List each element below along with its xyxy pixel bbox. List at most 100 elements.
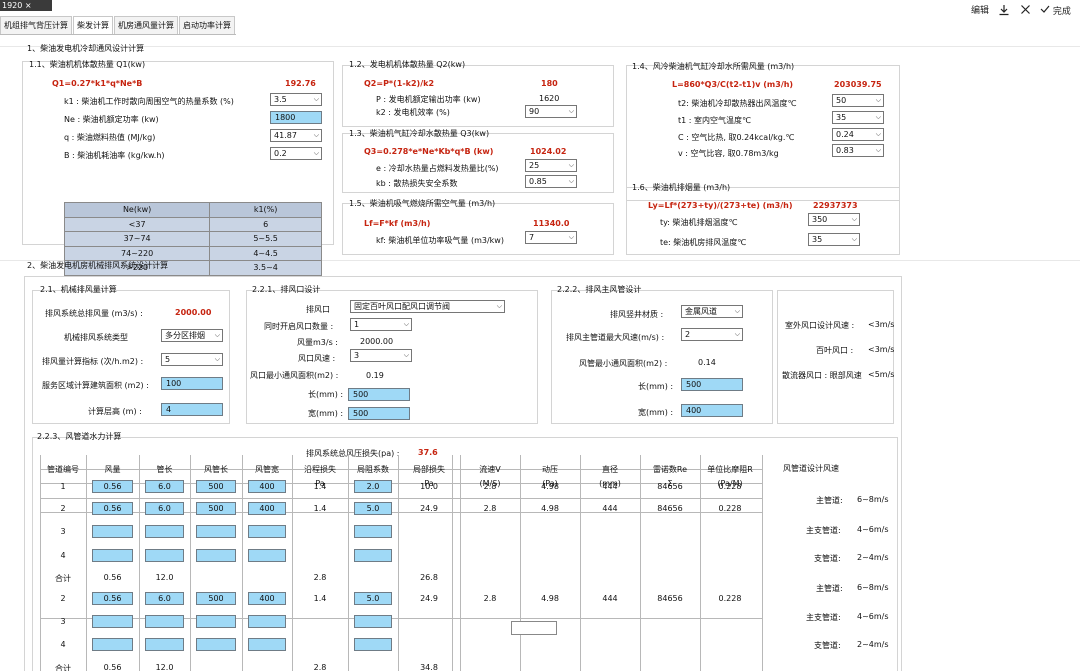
system-type-select[interactable]: 多分区排烟 ⌵ bbox=[161, 329, 223, 342]
duct-input-cell[interactable]: 0.56 bbox=[92, 592, 133, 605]
duct-input-cell[interactable]: 6.0 bbox=[145, 592, 184, 605]
outlet-width-input[interactable]: 500 bbox=[348, 407, 410, 420]
duct-table-cell: 0.228 bbox=[718, 482, 742, 491]
duct-input-cell[interactable] bbox=[248, 615, 286, 628]
duct-input-cell[interactable] bbox=[196, 549, 236, 562]
tab-room-ventilation[interactable]: 机房通风量计算 bbox=[114, 16, 178, 34]
outlet-count-select[interactable]: 1 ⌵ bbox=[350, 318, 412, 331]
tab-startup-power[interactable]: 启动功率计算 bbox=[179, 16, 235, 34]
duct-input-cell[interactable]: 5.0 bbox=[354, 502, 392, 515]
duct-width-input[interactable]: 400 bbox=[681, 404, 743, 417]
group-1-6-title: 1.6、柴油机排烟量 (m3/h) bbox=[632, 183, 731, 192]
duct-input-cell[interactable]: 6.0 bbox=[145, 502, 184, 515]
duct-table-cell: 1.4 bbox=[313, 594, 327, 603]
shaft-material-select[interactable]: 金属风道 ⌵ bbox=[681, 305, 743, 318]
tab-back-pressure[interactable]: 机组排气背压计算 bbox=[0, 16, 72, 34]
air-change-select[interactable]: 5 ⌵ bbox=[161, 353, 223, 366]
kf-select[interactable]: 7 ⌵ bbox=[525, 231, 577, 244]
close-icon[interactable] bbox=[1020, 4, 1032, 18]
k2-value: 90 bbox=[529, 107, 540, 116]
duct-input-cell[interactable]: 0.56 bbox=[92, 502, 133, 515]
duct-input-cell[interactable]: 400 bbox=[248, 480, 286, 493]
k1-select[interactable]: 3.5 ⌵ bbox=[270, 93, 322, 106]
chevron-down-icon: ⌵ bbox=[851, 215, 857, 223]
duct-input-cell[interactable] bbox=[145, 549, 184, 562]
outlet-type-select[interactable]: 固定百叶风口配风口调节阀 ⌵ bbox=[350, 300, 505, 313]
duct-input-cell[interactable] bbox=[354, 525, 392, 538]
duct-input-cell[interactable]: 500 bbox=[196, 592, 236, 605]
duct-input-cell[interactable] bbox=[145, 525, 184, 538]
done-button[interactable]: 完成 bbox=[1040, 4, 1078, 18]
area-input[interactable]: 100 bbox=[161, 377, 223, 390]
te-select[interactable]: 35 ⌵ bbox=[808, 233, 860, 246]
duct-input-cell[interactable] bbox=[92, 615, 133, 628]
outlet-type-value: 固定百叶风口配风口调节阀 bbox=[354, 302, 450, 311]
check-icon bbox=[1040, 5, 1050, 13]
kb-select[interactable]: 0.85 ⌵ bbox=[525, 175, 577, 188]
duct-table-cell: 34.8 bbox=[420, 663, 438, 671]
ly-result: 22937373 bbox=[813, 201, 858, 210]
e-select[interactable]: 25 ⌵ bbox=[525, 159, 577, 172]
duct-table-cell: 4.98 bbox=[541, 504, 559, 513]
duct-input-cell[interactable] bbox=[145, 638, 184, 651]
duct-input-cell[interactable] bbox=[354, 549, 392, 562]
q1-formula: Q1=0.27*k1*q*Ne*B bbox=[52, 79, 143, 88]
duct-input-cell[interactable]: 400 bbox=[248, 592, 286, 605]
duct-input-cell[interactable] bbox=[92, 549, 133, 562]
duct-table-cell: 84656 bbox=[657, 482, 683, 491]
duct-input-cell[interactable]: 400 bbox=[248, 502, 286, 515]
duct-table-cell: 1 bbox=[60, 482, 66, 491]
system-type-value: 多分区排烟 bbox=[165, 331, 205, 340]
duct-input-cell[interactable] bbox=[196, 638, 236, 651]
speed-label: 支管道: bbox=[814, 641, 841, 650]
q-value: 41.87 bbox=[274, 131, 297, 140]
k2-select[interactable]: 90 ⌵ bbox=[525, 105, 577, 118]
duct-input-cell[interactable]: 500 bbox=[196, 502, 236, 515]
c-select[interactable]: 0.24 ⌵ bbox=[832, 128, 884, 141]
duct-input-cell[interactable] bbox=[248, 525, 286, 538]
duct-input-cell[interactable]: 6.0 bbox=[145, 480, 184, 493]
table-header: Ne(kw) bbox=[63, 202, 211, 218]
l-formula: L=860*Q3/C(t2-t1)v (m3/h) bbox=[672, 80, 794, 89]
duct-input-cell[interactable]: 5.0 bbox=[354, 592, 392, 605]
ly-formula: Ly=Lf*(273+ty)/(273+te) (m3/h) bbox=[648, 201, 793, 210]
duct-input-cell[interactable] bbox=[248, 549, 286, 562]
total-exhaust-value: 2000.00 bbox=[175, 308, 212, 317]
v-select[interactable]: 0.83 ⌵ bbox=[832, 144, 884, 157]
duct-input-cell[interactable] bbox=[92, 638, 133, 651]
b-select[interactable]: 0.2 ⌵ bbox=[270, 147, 322, 160]
outlet-velocity-select[interactable]: 3 ⌵ bbox=[350, 349, 412, 362]
t1-select[interactable]: 35 ⌵ bbox=[832, 111, 884, 124]
t2-select[interactable]: 50 ⌵ bbox=[832, 94, 884, 107]
group-1-4-title: 1.4、风冷柴油机气缸冷却水所需风量 (m3/h) bbox=[632, 62, 795, 71]
q2-result: 180 bbox=[541, 79, 558, 88]
duct-input-cell[interactable] bbox=[145, 615, 184, 628]
duct-input-cell[interactable] bbox=[196, 615, 236, 628]
duct-input-cell[interactable]: 0.56 bbox=[92, 480, 133, 493]
duct-input-cell[interactable] bbox=[354, 615, 392, 628]
q-select[interactable]: 41.87 ⌵ bbox=[270, 129, 322, 142]
duct-input-cell[interactable] bbox=[248, 638, 286, 651]
edit-button[interactable]: 编辑 bbox=[971, 4, 989, 18]
ne-input[interactable]: 1800 bbox=[270, 111, 322, 124]
t2-value: 50 bbox=[836, 96, 847, 105]
outlet-length-input[interactable]: 500 bbox=[348, 388, 410, 401]
floor-height-input[interactable]: 4 bbox=[161, 403, 223, 416]
ty-select[interactable]: 350 ⌵ bbox=[808, 213, 860, 226]
download-icon[interactable] bbox=[998, 4, 1012, 18]
duct-empty-input[interactable] bbox=[511, 621, 557, 635]
duct-input-cell[interactable] bbox=[354, 638, 392, 651]
duct-input-cell[interactable]: 2.0 bbox=[354, 480, 392, 493]
duct-table-cell: 444 bbox=[602, 504, 618, 513]
chevron-down-icon: ⌵ bbox=[851, 235, 857, 243]
duct-table-cell: 84656 bbox=[657, 504, 683, 513]
duct-length-input[interactable]: 500 bbox=[681, 378, 743, 391]
duct-table-cell: 2.8 bbox=[483, 504, 497, 513]
duct-input-cell[interactable]: 500 bbox=[196, 480, 236, 493]
duct-input-cell[interactable] bbox=[92, 525, 133, 538]
duct-table-cell: 0.228 bbox=[718, 594, 742, 603]
tab-diesel[interactable]: 柴发计算 bbox=[73, 16, 113, 34]
outlet-count-value: 1 bbox=[354, 320, 360, 329]
max-velocity-select[interactable]: 2 ⌵ bbox=[681, 328, 743, 341]
duct-input-cell[interactable] bbox=[196, 525, 236, 538]
